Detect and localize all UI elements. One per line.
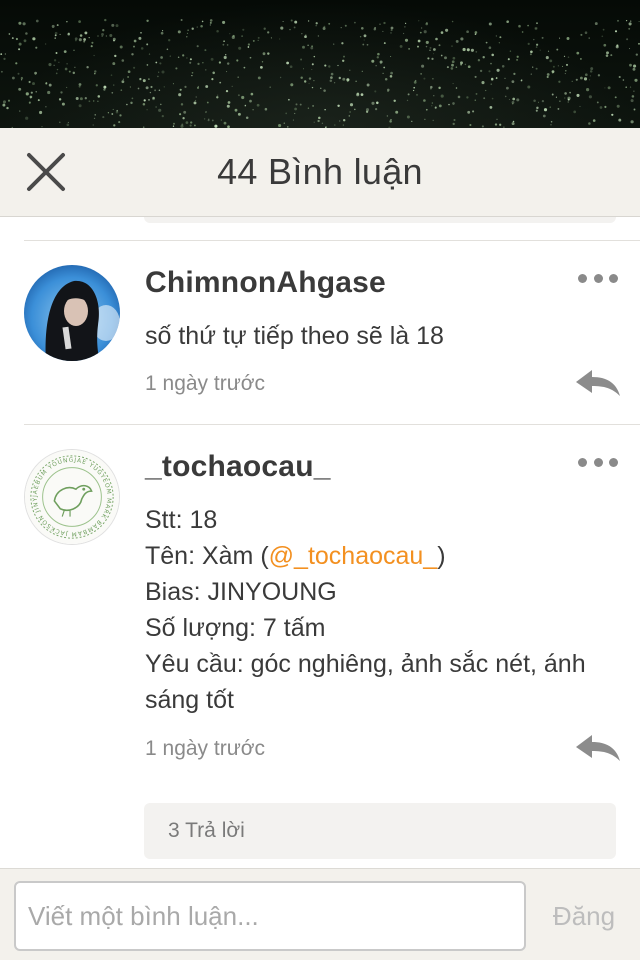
comment-text-line: sáng tốt [145,686,234,714]
comment-timestamp: 1 ngày trước [145,372,266,395]
page-title: 44 Bình luận [217,151,423,192]
comment-list[interactable]: ChimnonAhgase số thứ tự tiếp theo sẽ là … [0,217,640,867]
comment-composer: Đăng [0,868,640,960]
bird-emblem-avatar: JAEBUM YOUNGJAE YUGYEOM MARK BAMBAM JACK… [25,450,119,544]
comment-body: số thứ tự tiếp theo sẽ là 18 [145,318,615,354]
comment-text-line: Bias: JINYOUNG [145,578,337,606]
view-replies-button[interactable]: 3 Trả lời [144,803,616,859]
avatar[interactable] [24,265,120,361]
comment-text-line: Số lượng: 7 tấm [145,614,326,642]
name-suffix: ) [437,542,446,570]
hooded-figure-avatar [24,265,120,361]
user-mention-link[interactable]: @_tochaocau_ [269,542,438,570]
more-options-button[interactable] [578,452,618,472]
dot [609,457,618,467]
comment-username[interactable]: ChimnonAhgase [145,266,386,300]
comment-text-line: Stt: 18 [145,506,218,534]
comment-body: Stt: 18 Tên: Xàm (@_tochaocau_) Bias: JI… [145,502,615,718]
dot [578,457,587,467]
comment-item: ChimnonAhgase số thứ tự tiếp theo sẽ là … [0,240,640,424]
reply-icon[interactable] [576,733,620,763]
comments-header: 44 Bình luận [0,128,640,217]
dot [593,457,603,467]
previous-replies-box [144,217,616,223]
comments-screen: 44 Bình luận ChimnonAhgase số thứ tự tiế… [0,0,640,960]
dot [609,273,618,283]
comment-text-line: số thứ tự tiếp theo sẽ là 18 [145,322,444,350]
comment-input[interactable] [14,881,526,951]
comment-text-line: Tên: Xàm (@_tochaocau_) [145,538,615,574]
dot [593,273,603,283]
post-button[interactable]: Đăng [540,881,628,951]
comment-text-line: Yêu cầu: góc nghiêng, ảnh sắc nét, ánh [145,650,586,678]
concert-lights-image [0,18,640,128]
name-prefix: Tên: Xàm ( [145,542,269,570]
comment-timestamp: 1 ngày trước [145,737,266,760]
background-photo [0,0,640,128]
comment-item: JAEBUM YOUNGJAE YUGYEOM MARK BAMBAM JACK… [0,424,640,864]
reply-icon[interactable] [576,368,620,398]
avatar[interactable]: JAEBUM YOUNGJAE YUGYEOM MARK BAMBAM JACK… [24,449,120,545]
more-options-button[interactable] [578,268,618,288]
comment-username[interactable]: _tochaocau_ [145,450,331,484]
dot [578,273,587,283]
